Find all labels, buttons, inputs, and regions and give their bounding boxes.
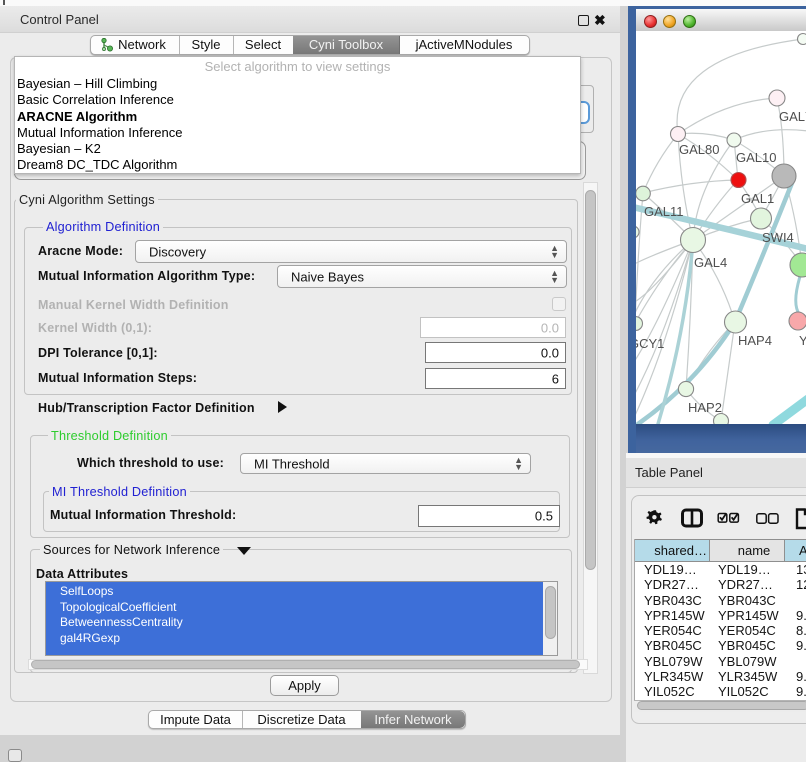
svg-text:Y: Y [799, 333, 806, 348]
svg-text:GAL4: GAL4 [694, 255, 727, 270]
svg-text:HAP2: HAP2 [688, 400, 722, 415]
svg-text:GAL80: GAL80 [679, 142, 719, 157]
svg-text:GCY1: GCY1 [636, 336, 664, 351]
svg-text:GAL7: GAL7 [779, 109, 806, 124]
svg-text:SWI4: SWI4 [762, 230, 794, 245]
svg-text:HAP4: HAP4 [738, 333, 772, 348]
svg-text:GAL10: GAL10 [736, 150, 776, 165]
svg-text:GAL1: GAL1 [741, 191, 774, 206]
svg-text:GAL11: GAL11 [644, 204, 684, 219]
